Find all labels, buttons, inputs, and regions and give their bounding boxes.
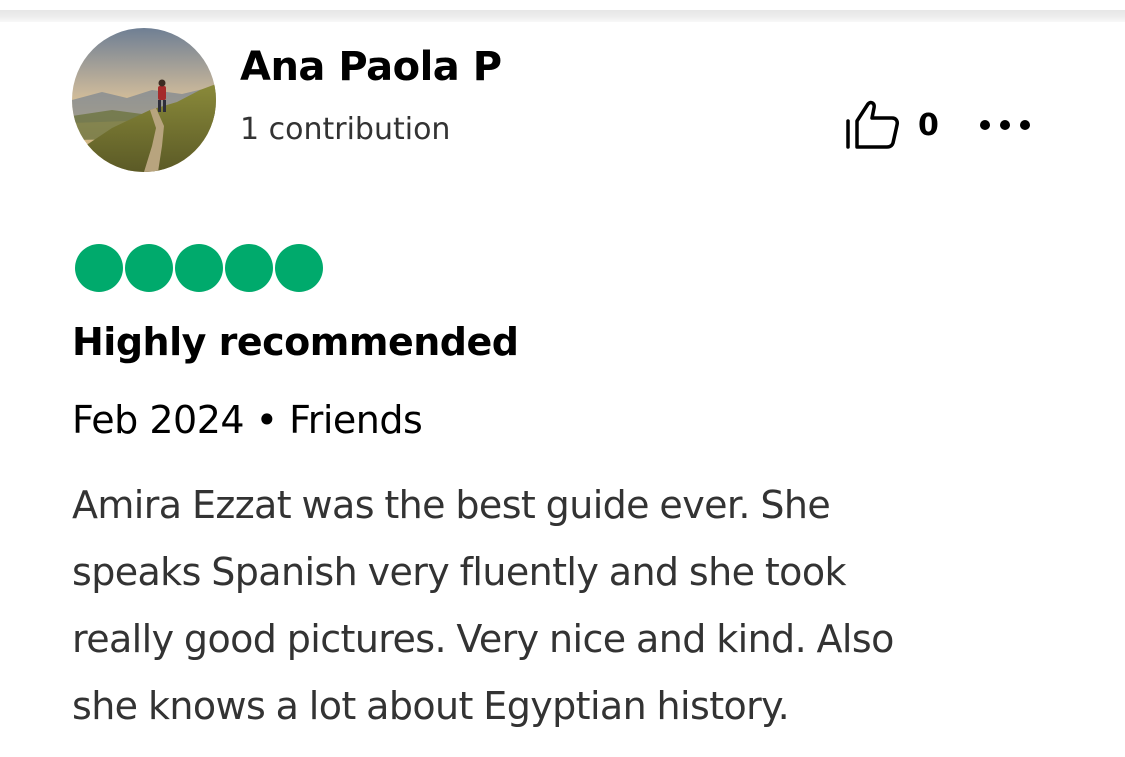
rating-bubble bbox=[175, 244, 223, 292]
review-text-line: she knows a lot about Egyptian history. bbox=[72, 684, 790, 728]
author-contributions: 1 contribution bbox=[240, 112, 451, 147]
review-text-line: really good pictures. Very nice and kind… bbox=[72, 617, 894, 661]
rating-bubble bbox=[275, 244, 323, 292]
review-text-line: speaks Spanish very fluently and she too… bbox=[72, 550, 846, 594]
review-text: Amira Ezzat was the best guide ever. She… bbox=[72, 472, 1082, 740]
author-name[interactable]: Ana Paola P bbox=[240, 44, 502, 90]
review-title: Highly recommended bbox=[72, 320, 519, 364]
more-options-button[interactable] bbox=[978, 108, 1032, 142]
review-date-and-trip-type: Feb 2024 • Friends bbox=[72, 398, 423, 442]
rating-bubbles bbox=[75, 244, 323, 292]
more-options-icon bbox=[1000, 120, 1010, 130]
review-text-line: Amira Ezzat was the best guide ever. She bbox=[72, 483, 831, 527]
helpful-vote[interactable]: 0 bbox=[844, 98, 939, 152]
avatar-photo bbox=[72, 28, 216, 172]
more-options-icon bbox=[1020, 120, 1030, 130]
top-divider bbox=[0, 10, 1125, 22]
thumbs-up-icon[interactable] bbox=[844, 99, 900, 151]
avatar[interactable] bbox=[72, 28, 216, 172]
rating-bubble bbox=[125, 244, 173, 292]
rating-bubble bbox=[75, 244, 123, 292]
rating-bubble bbox=[225, 244, 273, 292]
review-card: Ana Paola P 1 contribution 0 Highly reco… bbox=[0, 0, 1125, 757]
more-options-icon bbox=[980, 120, 990, 130]
helpful-count: 0 bbox=[918, 107, 939, 143]
